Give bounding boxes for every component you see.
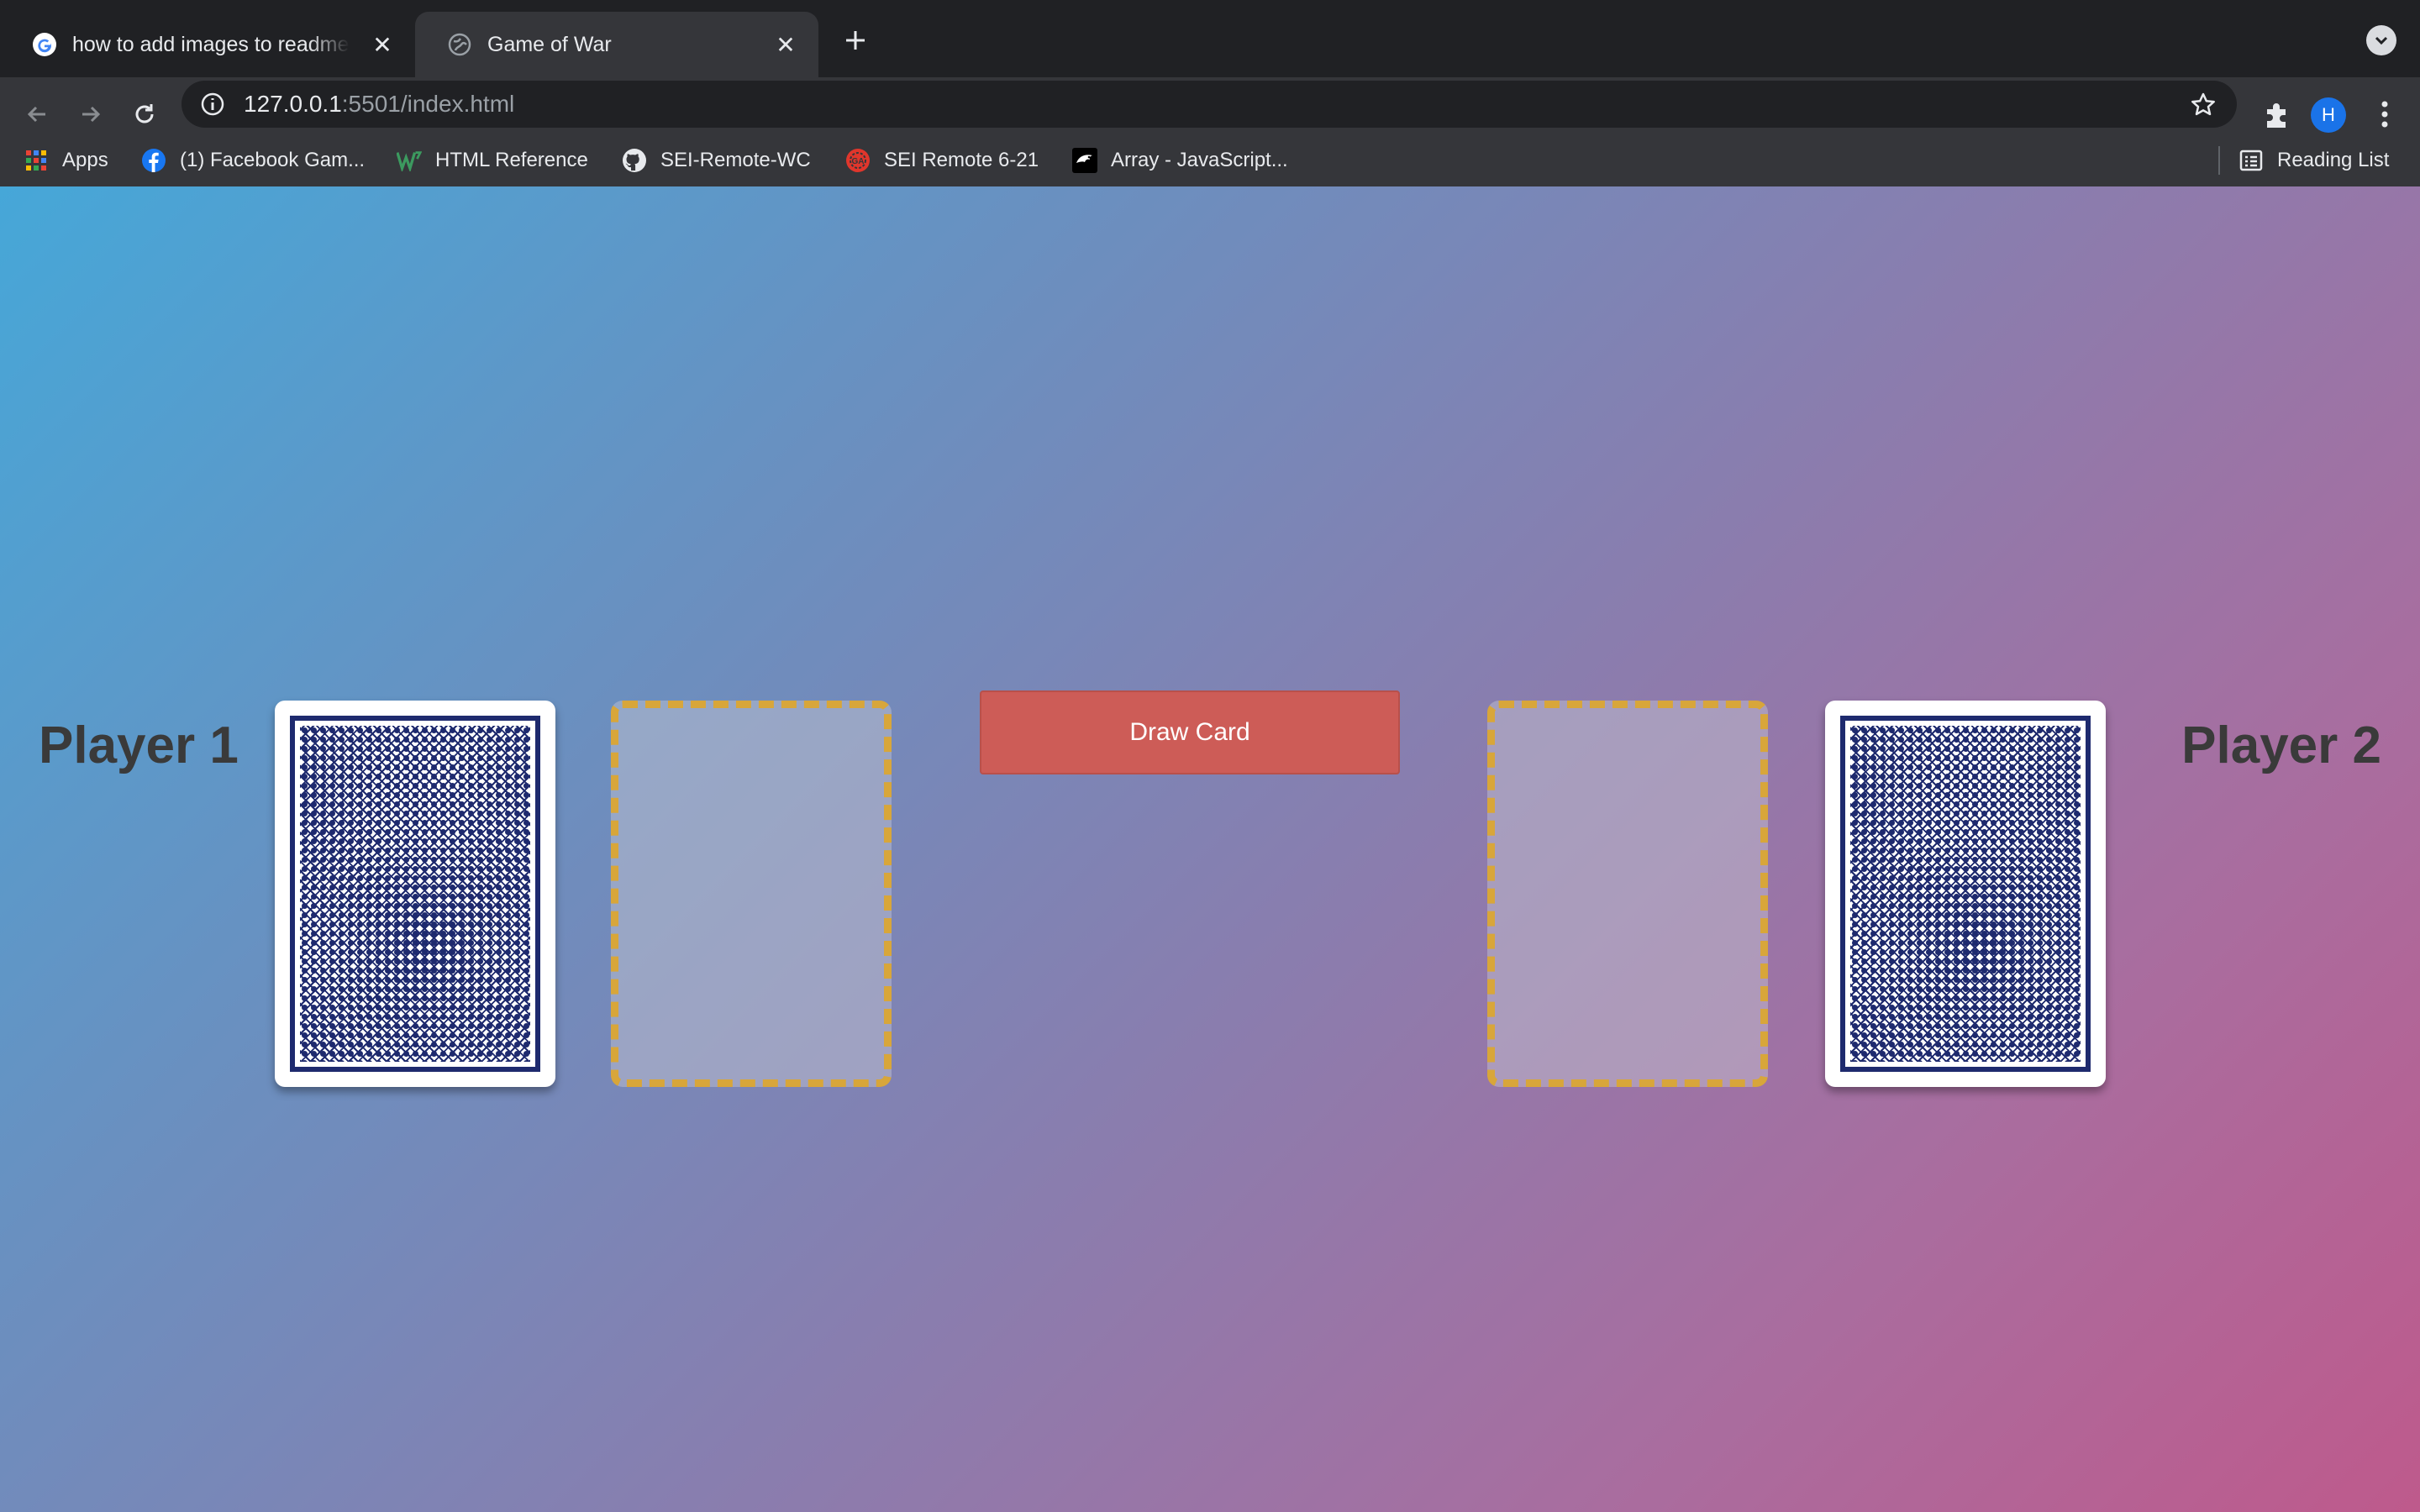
extensions-icon[interactable] <box>2260 97 2294 131</box>
profile-avatar[interactable]: H <box>2311 97 2346 133</box>
reload-icon <box>135 104 154 123</box>
bookmark-array-javascript[interactable]: Array - JavaScript... <box>1072 144 1288 176</box>
browser-menu-button[interactable] <box>2368 97 2402 131</box>
facebook-icon <box>141 148 166 173</box>
bookmark-apps[interactable]: Apps <box>24 144 108 176</box>
bookmark-label: Array - JavaScript... <box>1111 149 1288 171</box>
tab-readme-search[interactable]: how to add images to readme f ✕ <box>0 12 415 77</box>
google-icon <box>32 32 57 57</box>
bookmark-label: SEI Remote 6-21 <box>884 149 1039 171</box>
reading-list-label: Reading List <box>2277 149 2390 171</box>
reload-button[interactable] <box>124 94 165 134</box>
player-1-deck[interactable] <box>275 701 555 1087</box>
url-path: :5501/index.html <box>341 91 515 117</box>
close-icon[interactable]: ✕ <box>771 30 800 59</box>
github-icon <box>622 148 647 173</box>
player-1-card-slot <box>611 701 892 1087</box>
mdn-icon <box>1072 148 1097 173</box>
reading-list-icon <box>2238 148 2264 173</box>
card-back-pattern <box>300 726 530 1062</box>
bookmark-label: HTML Reference <box>435 149 588 171</box>
new-tab-button[interactable] <box>839 24 872 57</box>
card-back-pattern <box>1850 726 2081 1062</box>
card-back <box>1840 716 2091 1072</box>
close-icon[interactable]: ✕ <box>368 30 397 59</box>
plus-icon <box>846 31 865 50</box>
player-2-card-slot <box>1487 701 1768 1087</box>
chevron-down-icon <box>2375 36 2388 45</box>
bookmark-sei-remote-6-21[interactable]: GA SEI Remote 6-21 <box>845 144 1039 176</box>
game-board: Player 1 Draw Card Player 2 <box>0 186 2420 1512</box>
reading-list-button[interactable]: Reading List <box>2238 144 2389 176</box>
bookmark-label: SEI-Remote-WC <box>660 149 811 171</box>
back-button[interactable] <box>17 94 57 134</box>
player-2-label: Player 2 <box>2181 717 2381 774</box>
card-back <box>290 716 540 1072</box>
tab-title: Game of War <box>487 32 612 56</box>
bookmarks-divider <box>2218 146 2220 175</box>
forward-button[interactable] <box>71 94 111 134</box>
url-host: 127.0.0.1 <box>244 91 342 117</box>
tab-title: how to add images to readme f <box>72 32 350 56</box>
globe-icon <box>447 32 472 57</box>
bookmark-label: Apps <box>62 149 108 171</box>
player-2-deck[interactable] <box>1825 701 2106 1087</box>
apps-grid-icon <box>24 148 49 173</box>
url-text: 127.0.0.1:5501/index.html <box>244 91 514 118</box>
address-bar[interactable]: 127.0.0.1:5501/index.html <box>182 81 2237 128</box>
tab-game-of-war[interactable]: Game of War ✕ <box>415 12 818 77</box>
bookmark-html-reference[interactable]: HTML Reference <box>397 144 588 176</box>
draw-card-button[interactable]: Draw Card <box>980 690 1400 774</box>
arrow-left-icon <box>27 106 45 123</box>
info-icon[interactable] <box>200 92 225 117</box>
bookmark-sei-remote-wc[interactable]: SEI-Remote-WC <box>622 144 811 176</box>
bookmark-label: (1) Facebook Gam... <box>180 149 366 171</box>
w3-icon <box>397 148 422 173</box>
bookmark-facebook[interactable]: (1) Facebook Gam... <box>141 144 365 176</box>
tab-strip: how to add images to readme f ✕ Game of … <box>0 0 2420 77</box>
tab-search-button[interactable] <box>2366 25 2396 55</box>
player-1-label: Player 1 <box>39 717 239 774</box>
more-vertical-icon <box>2381 101 2388 128</box>
ga-icon: GA <box>845 148 871 173</box>
arrow-right-icon <box>82 106 101 123</box>
star-icon[interactable] <box>2190 92 2217 118</box>
bookmarks-bar: Apps (1) Facebook Gam... HTML Reference … <box>0 134 2420 187</box>
svg-text:GA: GA <box>852 157 865 166</box>
